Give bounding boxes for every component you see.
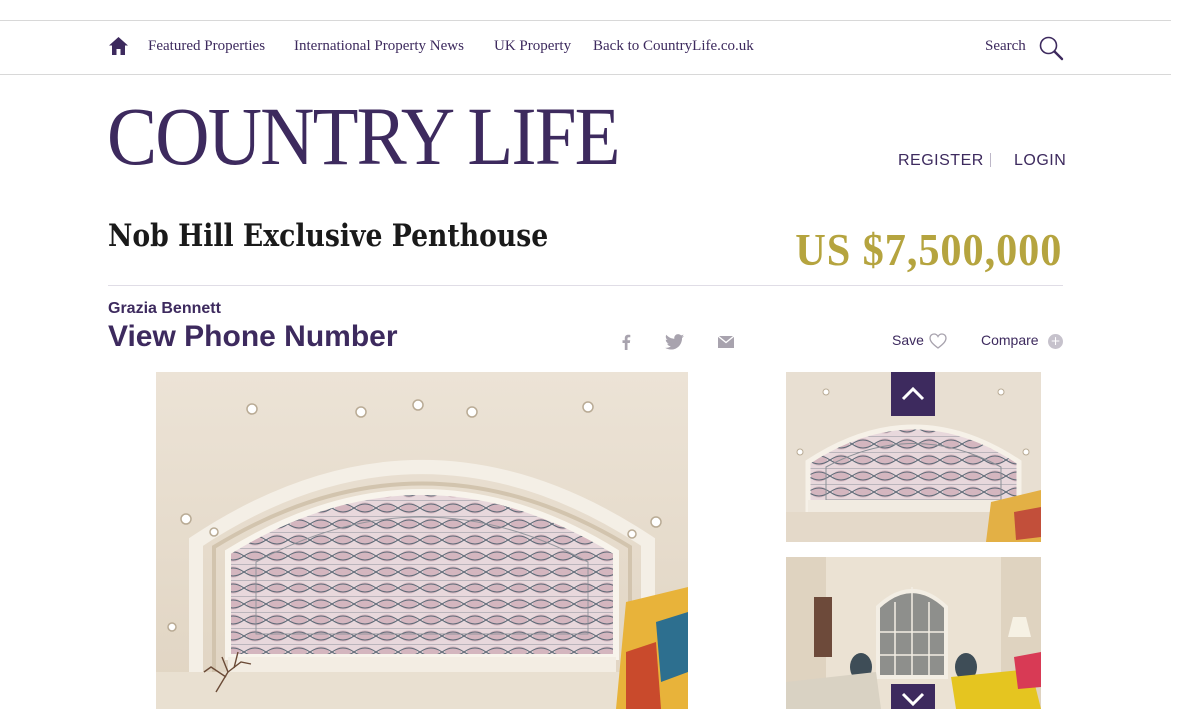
nav-uk-property[interactable]: UK Property: [494, 38, 571, 55]
login-link[interactable]: LOGIN: [1014, 152, 1066, 170]
view-phone-number-link[interactable]: View Phone Number: [108, 320, 398, 354]
nav-international-property-news[interactable]: International Property News: [294, 38, 464, 55]
chevron-up-icon: [901, 387, 925, 401]
gallery-scroll-down-button[interactable]: [891, 684, 935, 709]
search-icon[interactable]: [1038, 35, 1064, 61]
email-icon[interactable]: [714, 330, 738, 354]
site-logo[interactable]: COUNTRY LIFE: [107, 95, 621, 178]
chevron-down-icon: [901, 692, 925, 706]
top-navigation: Featured Properties International Proper…: [0, 21, 1171, 75]
gallery-scroll-up-button[interactable]: [891, 372, 935, 416]
compare-label[interactable]: Compare: [981, 332, 1039, 348]
plus-circle-icon[interactable]: +: [1048, 334, 1063, 349]
main-property-photo[interactable]: [156, 372, 688, 709]
listing-price: US $7,500,000: [794, 224, 1062, 275]
nav-back-to-countrylife[interactable]: Back to CountryLife.co.uk: [593, 38, 754, 55]
account-divider: [990, 153, 991, 167]
listing-title: Nob Hill Exclusive Penthouse: [108, 218, 549, 254]
heart-icon[interactable]: [929, 333, 947, 349]
facebook-icon[interactable]: [614, 330, 638, 354]
search-label[interactable]: Search: [985, 38, 1026, 55]
twitter-icon[interactable]: [662, 330, 686, 354]
save-label[interactable]: Save: [892, 332, 924, 348]
nav-featured-properties[interactable]: Featured Properties: [148, 38, 265, 55]
title-divider: [108, 285, 1063, 286]
agent-name[interactable]: Grazia Bennett: [108, 300, 221, 318]
home-icon[interactable]: [108, 36, 129, 56]
register-link[interactable]: REGISTER: [898, 152, 984, 170]
